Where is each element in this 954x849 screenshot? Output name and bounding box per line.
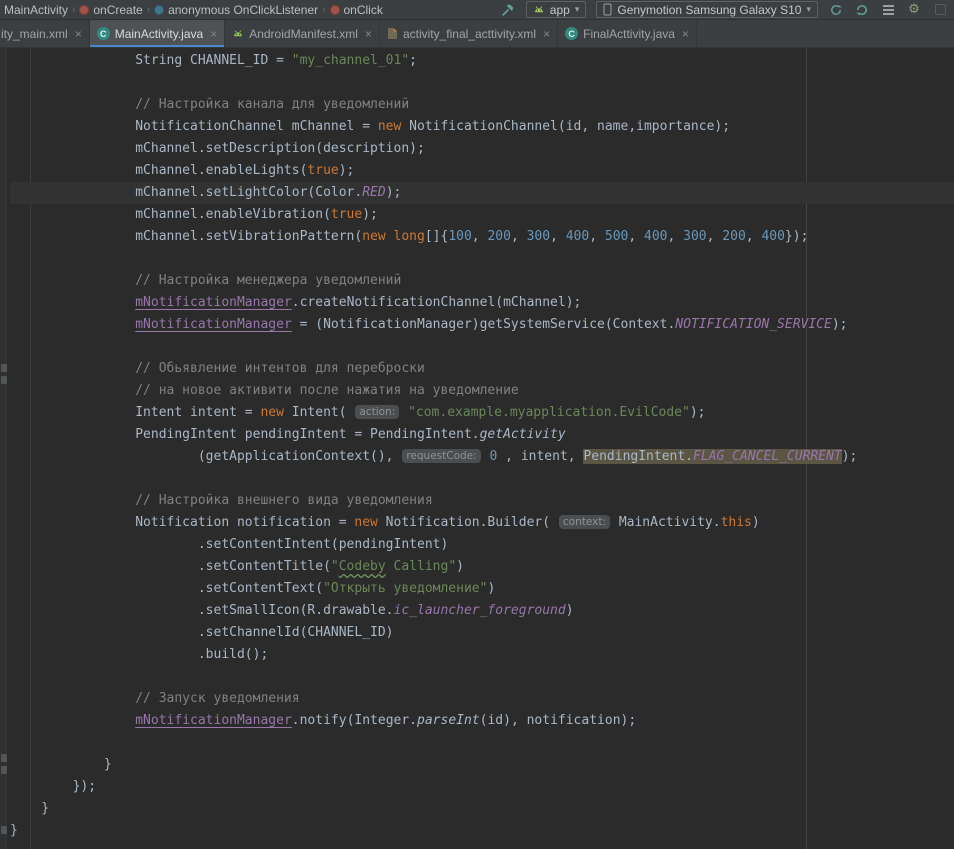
code-line[interactable]: .build();	[10, 644, 954, 666]
run-configuration-select[interactable]: app ▾	[526, 1, 587, 18]
code-line[interactable]: mNotificationManager.createNotificationC…	[10, 292, 954, 314]
code-line[interactable]: .setContentIntent(pendingIntent)	[10, 534, 954, 556]
close-icon[interactable]: ×	[75, 28, 82, 40]
gutter-marker-icon	[1, 376, 7, 384]
chevron-separator-icon: ›	[320, 4, 327, 15]
code-line[interactable]: });	[10, 776, 954, 798]
tab-label: FinalActtivity.java	[583, 27, 675, 41]
tab-activity-main-xml[interactable]: ity_main.xml ×	[0, 20, 90, 47]
notifications-icon[interactable]	[932, 2, 948, 18]
code-line[interactable]: .setContentTitle("Codeby Calling")	[10, 556, 954, 578]
close-icon[interactable]: ×	[682, 28, 689, 40]
tab-label: MainActivity.java	[115, 27, 203, 41]
tab-label: AndroidManifest.xml	[249, 27, 358, 41]
code-line[interactable]: // Обьявление интентов для переброски	[10, 358, 954, 380]
sync-project-icon[interactable]	[854, 2, 870, 18]
gear-icon: ⚙	[908, 2, 920, 18]
close-icon[interactable]: ×	[543, 28, 550, 40]
close-icon[interactable]: ×	[210, 28, 217, 40]
code-area[interactable]: String CHANNEL_ID = "my_channel_01"; // …	[10, 50, 954, 842]
breadcrumb-label: anonymous OnClickListener	[168, 3, 318, 17]
build-hammer-icon[interactable]	[500, 2, 516, 18]
code-line[interactable]	[10, 336, 954, 358]
gutter-marker-icon	[1, 826, 7, 834]
code-line[interactable]: (getApplicationContext(), requestCode: 0…	[10, 446, 954, 468]
chevron-down-icon: ▾	[575, 4, 580, 15]
code-line[interactable]: NotificationChannel mChannel = new Notif…	[10, 116, 954, 138]
code-line[interactable]: mChannel.setLightColor(Color.RED);	[10, 182, 954, 204]
code-line[interactable]: }	[10, 798, 954, 820]
code-line[interactable]: Intent intent = new Intent( action: "com…	[10, 402, 954, 424]
code-line[interactable]: // Настройка внешнего вида уведомления	[10, 490, 954, 512]
java-class-icon: C	[97, 27, 110, 40]
breadcrumb-label: MainActivity	[4, 3, 68, 17]
tab-finalactivity-java[interactable]: C FinalActtivity.java ×	[558, 20, 697, 47]
method-icon	[330, 5, 340, 15]
method-icon	[79, 5, 89, 15]
code-line[interactable]: mChannel.setDescription(description);	[10, 138, 954, 160]
anonymous-class-icon	[154, 5, 164, 15]
code-line[interactable]: }	[10, 754, 954, 776]
run-configuration-label: app	[550, 3, 570, 17]
android-icon	[533, 4, 545, 16]
editor-tab-bar: ity_main.xml × C MainActivity.java × And…	[0, 20, 954, 48]
code-line[interactable]	[10, 732, 954, 754]
code-line[interactable]: .setChannelId(CHANNEL_ID)	[10, 622, 954, 644]
navigation-toolbar: MainActivity › onCreate › anonymous OnCl…	[0, 0, 954, 20]
android-file-icon	[232, 28, 244, 40]
code-line[interactable]: mNotificationManager = (NotificationMana…	[10, 314, 954, 336]
code-line[interactable]: String CHANNEL_ID = "my_channel_01";	[10, 50, 954, 72]
tab-mainactivity-java[interactable]: C MainActivity.java ×	[90, 20, 226, 47]
tab-activity-final-xml[interactable]: activity_final_acttivity.xml ×	[380, 20, 558, 47]
tab-androidmanifest-xml[interactable]: AndroidManifest.xml ×	[225, 20, 380, 47]
breadcrumb-class[interactable]: MainActivity	[2, 3, 70, 17]
code-editor[interactable]: String CHANNEL_ID = "my_channel_01"; // …	[0, 48, 954, 849]
code-line[interactable]: mChannel.enableLights(true);	[10, 160, 954, 182]
breadcrumb-anonymous-class[interactable]: anonymous OnClickListener	[152, 3, 320, 17]
code-line[interactable]	[10, 468, 954, 490]
code-line[interactable]: // Запуск уведомления	[10, 688, 954, 710]
gutter-marker-icon	[1, 766, 7, 774]
xml-file-icon	[387, 27, 398, 40]
notification-box-icon	[935, 4, 946, 15]
breadcrumb-oncreate[interactable]: onCreate	[77, 3, 144, 17]
breadcrumb-label: onClick	[344, 3, 383, 17]
device-selector[interactable]: Genymotion Samsung Galaxy S10 ▾	[596, 1, 818, 18]
code-line[interactable]: mChannel.setVibrationPattern(new long[]{…	[10, 226, 954, 248]
code-line[interactable]: .setSmallIcon(R.drawable.ic_launcher_for…	[10, 600, 954, 622]
tab-label: ity_main.xml	[1, 27, 68, 41]
code-line[interactable]	[10, 72, 954, 94]
build-variants-menu-icon[interactable]	[880, 2, 896, 18]
code-line[interactable]	[10, 248, 954, 270]
device-selector-label: Genymotion Samsung Galaxy S10	[617, 3, 801, 17]
code-line[interactable]	[10, 666, 954, 688]
chevron-separator-icon: ›	[145, 4, 152, 15]
chevron-separator-icon: ›	[70, 4, 77, 15]
breadcrumb-onclick[interactable]: onClick	[328, 3, 385, 17]
code-line[interactable]: Notification notification = new Notifica…	[10, 512, 954, 534]
code-line[interactable]: // Настройка канала для уведомлений	[10, 94, 954, 116]
chevron-down-icon: ▾	[806, 4, 811, 15]
close-icon[interactable]: ×	[365, 28, 372, 40]
menu-lines-icon	[883, 3, 894, 17]
code-line[interactable]: }	[10, 820, 954, 842]
code-line[interactable]: // Настройка менеджера уведомлений	[10, 270, 954, 292]
editor-left-stripe	[0, 48, 7, 849]
code-line[interactable]: // на новое активити после нажатия на ув…	[10, 380, 954, 402]
code-line[interactable]: .setContentText("Открыть уведомление")	[10, 578, 954, 600]
tab-label: activity_final_acttivity.xml	[403, 27, 536, 41]
apply-changes-icon[interactable]	[828, 2, 844, 18]
phone-icon	[603, 3, 612, 16]
code-line[interactable]: mNotificationManager.notify(Integer.pars…	[10, 710, 954, 732]
gutter-marker-icon	[1, 754, 7, 762]
code-line[interactable]: mChannel.enableVibration(true);	[10, 204, 954, 226]
code-line[interactable]: PendingIntent pendingIntent = PendingInt…	[10, 424, 954, 446]
breadcrumb-label: onCreate	[93, 3, 142, 17]
sdk-manager-gear-icon[interactable]: ⚙	[906, 2, 922, 18]
gutter-marker-icon	[1, 364, 7, 372]
java-class-icon: C	[565, 27, 578, 40]
